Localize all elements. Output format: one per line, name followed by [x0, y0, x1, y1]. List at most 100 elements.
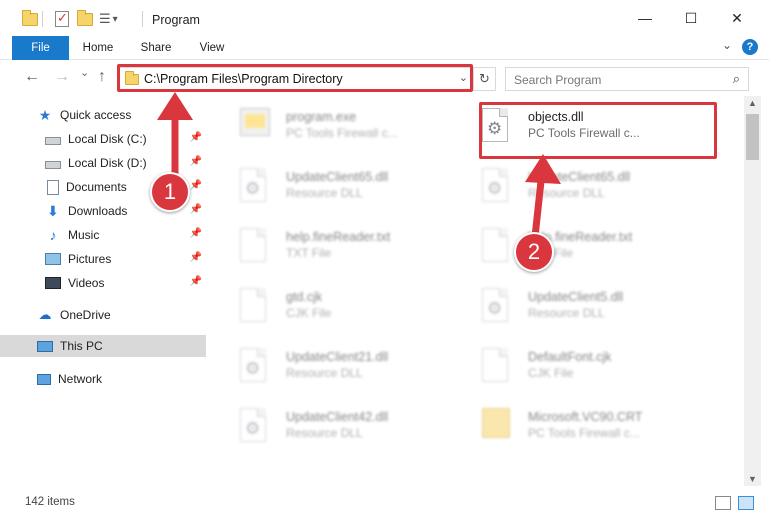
folder-icon — [482, 408, 514, 444]
properties-icon — [55, 10, 69, 27]
cjk-icon — [482, 348, 514, 384]
maximize-button[interactable]: ☐ — [668, 0, 714, 36]
folder-icon — [22, 9, 38, 26]
star-icon: ★ — [38, 107, 52, 123]
sidebar-item-network[interactable]: Network — [0, 368, 206, 390]
file-item-updateclient21-dll[interactable]: ⚙ UpdateClient21.dll Resource DLL — [214, 340, 454, 392]
file-type: Resource DLL — [286, 186, 363, 200]
network-icon — [37, 373, 51, 385]
minimize-button[interactable]: — — [622, 0, 668, 36]
help-icon[interactable]: ? — [742, 39, 758, 55]
sidebar-item-label: Videos — [68, 276, 105, 290]
disk-icon — [45, 161, 61, 169]
file-name: gtd.cjk — [286, 290, 323, 304]
dll-gear-icon: ⚙ — [240, 348, 272, 384]
cjk-icon — [240, 288, 272, 324]
file-name: DefaultFont.cjk — [528, 350, 612, 364]
title-separator — [142, 10, 143, 28]
file-item-updateclient5-dll[interactable]: ⚙ UpdateClient5.dll Resource DLL — [456, 280, 696, 332]
close-icon: ✕ — [731, 9, 743, 26]
sidebar-item-this-pc[interactable]: This PC — [0, 335, 206, 357]
ribbon-expand-icon[interactable]: ⌄ — [722, 38, 732, 52]
sidebar-item-label: OneDrive — [60, 308, 111, 322]
sidebar-item-label: Music — [68, 228, 100, 242]
title-bar: ☰ ▾ Program — ☐ ✕ — [0, 0, 769, 36]
scroll-thumb[interactable] — [746, 114, 759, 160]
new-folder-icon — [77, 9, 93, 26]
file-type: Resource DLL — [528, 306, 605, 320]
forward-button[interactable]: → — [54, 68, 70, 86]
qa-properties-button[interactable] — [55, 10, 69, 28]
downloads-icon: ⬇ — [47, 203, 59, 219]
large-icons-view-icon[interactable] — [738, 496, 754, 510]
file-item-microsoft-vc90-crt[interactable]: Microsoft.VC90.CRT PC Tools Firewall c..… — [456, 400, 696, 452]
file-type: CJK File — [286, 306, 332, 320]
scroll-down-icon[interactable]: ▼ — [748, 474, 757, 484]
dll-gear-icon: ⚙ — [240, 408, 272, 444]
sidebar-item-label: Quick access — [60, 108, 132, 122]
file-name: Microsoft.VC90.CRT — [528, 410, 643, 424]
navigation-bar: ← → ⌄ ↑ C:\Program Files\Program Directo… — [0, 60, 769, 96]
file-item-help-finereader-txt[interactable]: help.fineReader.txt TXT File — [214, 220, 454, 272]
status-bar: 142 items — [0, 486, 769, 532]
file-type: TXT File — [286, 246, 332, 260]
file-type: PC Tools Firewall c... — [286, 126, 398, 140]
tab-file[interactable]: File — [12, 36, 69, 60]
file-name: help.fineReader.txt — [286, 230, 391, 244]
sidebar-item-label: Local Disk (C:) — [68, 132, 147, 146]
computer-icon — [37, 340, 53, 352]
sidebar-item-music[interactable]: ♪ Music 📌 — [0, 224, 206, 246]
tab-home[interactable]: Home — [74, 36, 122, 60]
disk-icon — [45, 137, 61, 145]
onedrive-cloud-icon: ☁ — [38, 307, 52, 322]
qa-folder[interactable] — [22, 9, 38, 28]
step-badge-2: 2 — [514, 232, 554, 272]
file-item-updateclient65-dll[interactable]: ⚙ UpdateClient65.dll Resource DLL — [456, 160, 696, 212]
item-count: 142 items — [25, 496, 75, 508]
file-type: PC Tools Firewall c... — [528, 426, 640, 440]
sidebar-item-onedrive[interactable]: ☁ OneDrive — [0, 304, 206, 326]
qa-customize-button[interactable]: ☰ ▾ — [99, 10, 118, 28]
qa-new-folder-button[interactable] — [77, 9, 93, 28]
sidebar-item-videos[interactable]: Videos 📌 — [0, 272, 206, 294]
file-name: program.exe — [286, 110, 357, 124]
file-type: CJK File — [528, 366, 574, 380]
close-button[interactable]: ✕ — [714, 0, 760, 36]
documents-icon — [47, 179, 59, 195]
list-icon: ☰ — [99, 11, 111, 26]
file-item-program-exe[interactable]: program.exe PC Tools Firewall c... — [214, 100, 454, 152]
file-type: Resource DLL — [286, 426, 363, 440]
sidebar-item-pictures[interactable]: Pictures 📌 — [0, 248, 206, 270]
txt-icon — [240, 228, 272, 264]
refresh-button[interactable]: ↻ — [473, 68, 495, 90]
pin-icon: 📌 — [189, 276, 202, 287]
file-item-gtd-cjk[interactable]: gtd.cjk CJK File — [214, 280, 454, 332]
ribbon: File Home Share View ⌄ ? — [0, 36, 769, 60]
tab-view[interactable]: View — [190, 36, 234, 60]
pictures-icon — [45, 253, 61, 265]
search-icon[interactable]: ⌕ — [733, 71, 740, 87]
file-item-updateclient42-dll[interactable]: ⚙ UpdateClient42.dll Resource DLL — [214, 400, 454, 452]
file-name: UpdateClient65.dll — [286, 170, 389, 184]
recent-locations-button[interactable]: ⌄ — [80, 66, 89, 79]
qa-separator — [42, 10, 43, 28]
search-input[interactable]: Search Program — [514, 73, 601, 87]
file-item-updateclient65-dll[interactable]: ⚙ UpdateClient65.dll Resource DLL — [214, 160, 454, 212]
sidebar-item-label: This PC — [60, 339, 103, 353]
file-item-help-finereader-txt[interactable]: help.fineReader.txt TXT File — [456, 220, 696, 272]
file-item-defaultfont-cjk[interactable]: DefaultFont.cjk CJK File — [456, 340, 696, 392]
details-view-icon[interactable] — [715, 496, 731, 510]
music-icon: ♪ — [49, 227, 57, 243]
vertical-scrollbar[interactable]: ▲ ▼ — [744, 96, 761, 486]
back-button[interactable]: ← — [24, 68, 40, 86]
up-button[interactable]: ↑ — [98, 68, 106, 86]
pin-icon: 📌 — [189, 228, 202, 239]
sidebar-item-label: Pictures — [68, 252, 112, 266]
search-box[interactable]: Search Program ⌕ — [505, 67, 749, 91]
minimize-icon: — — [638, 10, 652, 26]
scroll-up-icon[interactable]: ▲ — [748, 98, 757, 108]
tab-share[interactable]: Share — [132, 36, 180, 60]
step-badge-1: 1 — [150, 172, 190, 212]
exe-icon — [240, 108, 272, 144]
maximize-icon: ☐ — [684, 9, 698, 26]
